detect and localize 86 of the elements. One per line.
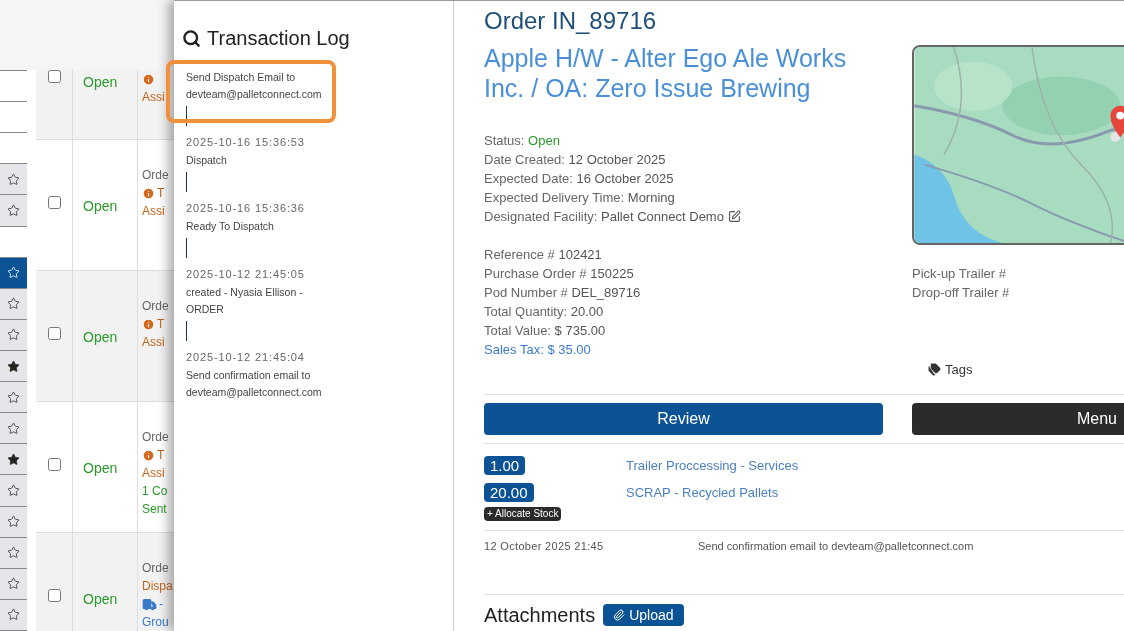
order-text: T xyxy=(157,185,165,202)
order-text: 1 Co xyxy=(142,483,168,500)
trailer-label: Pick-up Trailer # xyxy=(912,265,1007,283)
favorite-row[interactable] xyxy=(0,351,27,383)
detail-text: Expected Date: 16 October 2025 xyxy=(484,169,674,188)
star-icon[interactable] xyxy=(7,483,20,497)
action-button[interactable]: Review xyxy=(484,403,883,435)
order-text: T xyxy=(157,447,165,464)
status-text: Open xyxy=(83,329,118,345)
action-button[interactable]: Menu xyxy=(912,403,1124,435)
status-text: Open xyxy=(83,74,118,90)
order-title: Order IN_89716 xyxy=(484,7,658,35)
order-text: Assi xyxy=(142,334,165,351)
star-icon[interactable] xyxy=(7,328,20,342)
allocate-stock-button[interactable]: + Allocate Stock xyxy=(484,507,562,521)
status-text: Open xyxy=(83,591,118,607)
star-icon[interactable] xyxy=(7,421,20,435)
log-message: Ready To Dispatch xyxy=(186,219,275,234)
quantity-badge: 20.00 xyxy=(484,480,626,505)
favorite-row[interactable] xyxy=(0,444,27,476)
star-icon[interactable] xyxy=(7,172,20,186)
order-text: Orde xyxy=(142,429,169,446)
log-time: 2025-10-12 21:45:04 xyxy=(186,350,306,365)
detail-text: Designated Facility: Pallet Connect Demo xyxy=(484,207,724,226)
truck-icon xyxy=(142,596,157,612)
order-text: T xyxy=(157,316,165,333)
quantity-badge: 1.00 xyxy=(484,453,626,478)
log-message: Dispatch xyxy=(186,153,228,168)
star-icon[interactable] xyxy=(7,390,20,404)
order-text: Sent xyxy=(142,501,167,518)
tag-icon xyxy=(928,363,941,377)
item-link[interactable]: Trailer Proccessing - Services xyxy=(626,455,799,476)
status-text: Open xyxy=(83,460,118,476)
detail-text: Total Quantity: 20.00 xyxy=(484,302,604,321)
row-checkbox[interactable] xyxy=(47,589,61,602)
detail-text: Reference # 102421 xyxy=(484,245,602,264)
order-text: Assi xyxy=(142,89,165,106)
attachments-title: Attachments xyxy=(484,604,596,626)
detail-text: Purchase Order # 150225 xyxy=(484,264,634,283)
order-text: Assi xyxy=(142,465,165,482)
row-checkbox[interactable] xyxy=(47,327,61,340)
upload-button[interactable]: Upload xyxy=(603,604,684,626)
tags-label: Tags xyxy=(945,361,973,379)
detail-text: Date Created: 12 October 2025 xyxy=(484,150,666,169)
star-icon[interactable] xyxy=(7,297,20,311)
order-text: Orde xyxy=(142,560,169,577)
status-text: Open xyxy=(83,198,118,214)
star-icon[interactable] xyxy=(7,608,20,622)
star-icon[interactable] xyxy=(7,515,20,529)
log-message: Send Dispatch Email to devteam@palletconnect.com xyxy=(186,70,323,102)
star-icon[interactable] xyxy=(7,204,20,217)
row-checkbox[interactable] xyxy=(47,458,61,471)
log-time: 2025-10-12 21:45:05 xyxy=(186,267,306,282)
star-icon[interactable] xyxy=(7,359,20,373)
order-text: Orde xyxy=(142,298,169,315)
detail-text: Total Value: $ 735.00 xyxy=(484,321,606,340)
detail-text: Status: Open xyxy=(484,131,560,150)
star-icon[interactable] xyxy=(7,577,20,591)
trailer-label: Drop-off Trailer # xyxy=(912,284,1011,302)
info-icon xyxy=(142,448,155,462)
row-checkbox[interactable] xyxy=(47,70,61,83)
detail-text: Expected Delivery Time: Morning xyxy=(484,188,675,207)
order-text: Assi xyxy=(142,203,165,220)
info-icon xyxy=(142,72,155,86)
star-icon[interactable] xyxy=(7,546,20,560)
paperclip-icon xyxy=(613,609,626,621)
log-message: Send confirmation email to devteam@palletconnect.com xyxy=(698,539,974,554)
info-icon xyxy=(142,186,155,200)
star-icon[interactable] xyxy=(7,452,20,466)
edit-icon[interactable] xyxy=(727,210,741,223)
log-message: created - Nyasia Ellison - ORDER xyxy=(186,285,304,317)
order-text: - xyxy=(159,596,163,613)
log-title: Transaction Log xyxy=(207,26,350,51)
item-link[interactable]: SCRAP - Recycled Pallets xyxy=(626,482,779,503)
search-icon xyxy=(182,28,201,48)
log-date: 12 October 2025 21:45 xyxy=(484,539,605,554)
log-time: 2025-10-16 15:36:36 xyxy=(186,201,306,216)
order-text: Grou xyxy=(142,614,169,631)
detail-text: Pod Number # DEL_89716 xyxy=(484,283,641,302)
detail-text[interactable]: Sales Tax: $ 35.00 xyxy=(484,339,591,360)
order-text: Orde xyxy=(142,167,169,184)
log-message: Send confirmation email to devteam@palletconnect.com xyxy=(186,368,323,400)
info-icon xyxy=(142,317,155,331)
order-text: Dispa xyxy=(142,578,173,595)
log-time: 2025-10-16 15:36:53 xyxy=(186,135,306,150)
row-checkbox[interactable] xyxy=(47,196,61,209)
